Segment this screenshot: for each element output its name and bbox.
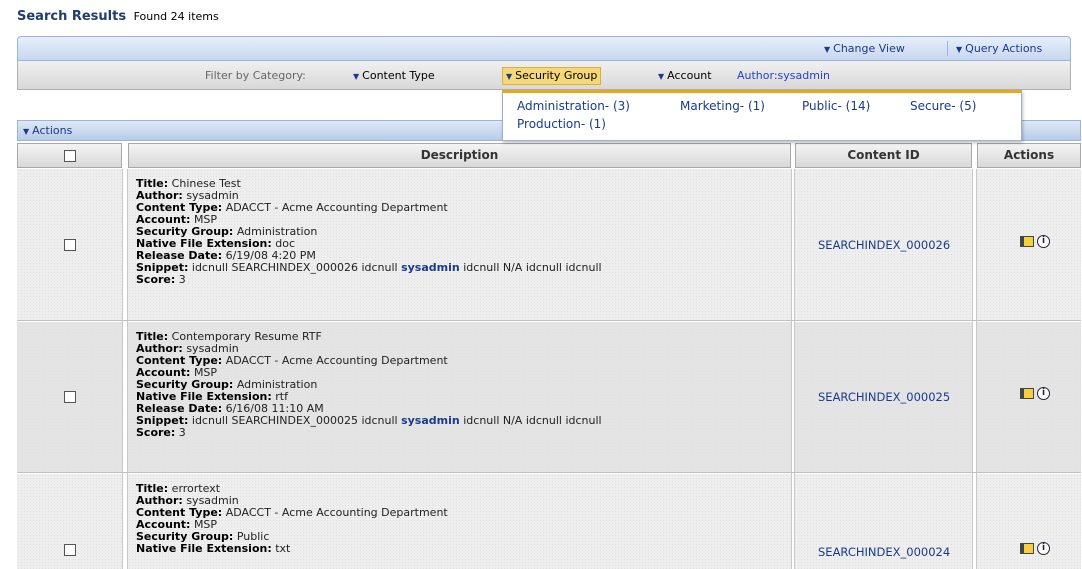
dropdown-arrow-icon: ▼ [824,45,831,54]
score-line: Score: 3 [136,273,186,286]
security-group-dropdown: Administration- (3) Marketing- (1) Publi… [502,90,1022,141]
results-toolbar: ▼ Change View ▼ Query Actions [17,36,1071,61]
change-view-label: Change View [833,42,905,55]
actions-menu-label: Actions [32,124,73,137]
row-actions: i [1020,386,1050,400]
account-label: Account [667,69,712,82]
row-divider [17,472,1081,473]
content-actions-icon[interactable] [1020,542,1034,554]
account-filter[interactable]: ▼ Account [658,68,712,84]
content-actions-icon[interactable] [1020,235,1034,247]
content-id-header[interactable]: Content ID [795,143,972,168]
select-all-header [17,143,122,168]
native-file-extension-line: Native File Extension: txt [136,542,291,555]
snippet-line: Snippet: idcnull SEARCHINDEX_000025 idcn… [136,414,602,427]
results-count: Found 24 items [133,10,219,23]
row-description: Title: Chinese Test Author: sysadmin Con… [136,178,602,286]
sg-option-production[interactable]: Production- (1) [517,117,606,131]
dropdown-arrow-icon: ▼ [658,72,665,81]
actions-header: Actions [977,143,1081,168]
author-filter-link[interactable]: Author:sysadmin [737,61,830,90]
snippet-line: Snippet: idcnull SEARCHINDEX_000026 idcn… [136,261,602,274]
dropdown-arrow-icon: ▼ [956,45,963,54]
score-line: Score: 3 [136,426,186,439]
query-actions-button[interactable]: ▼ Query Actions [956,37,1042,60]
row-actions: i [1020,234,1050,248]
dropdown-arrow-icon: ▼ [353,72,360,81]
column-gap [972,169,977,569]
filter-label: Filter by Category: [205,69,306,82]
description-header[interactable]: Description [128,143,791,168]
change-view-button[interactable]: ▼ Change View [824,37,905,60]
page-title: Search Results Found 24 items [17,4,219,30]
security-group-label: Security Group [515,69,598,82]
row-description: Title: errortext Author: sysadmin Conten… [136,483,448,555]
column-gap [122,169,128,569]
row-description: Title: Contemporary Resume RTF Author: s… [136,331,602,439]
filter-bar: Filter by Category: ▼ Content Type ▼ Secur… [17,61,1071,90]
row-checkbox[interactable] [64,239,76,251]
row-actions: i [1020,541,1050,555]
column-gap [791,169,795,569]
content-id-link[interactable]: SEARCHINDEX_000024 [818,545,950,559]
content-id-link[interactable]: SEARCHINDEX_000026 [818,238,950,252]
info-icon[interactable]: i [1037,541,1050,555]
content-type-filter[interactable]: ▼ Content Type [353,68,435,84]
page-title-text: Search Results [17,9,127,24]
select-all-checkbox[interactable] [63,150,76,162]
sg-option-marketing[interactable]: Marketing- (1) [680,99,765,113]
row-checkbox[interactable] [64,391,76,403]
dropdown-arrow-icon: ▼ [23,127,30,136]
security-group-filter[interactable]: ▼ Security Group [502,67,602,85]
dropdown-arrow-icon: ▼ [506,72,513,81]
content-type-label: Content Type [362,69,435,82]
query-actions-label: Query Actions [965,42,1043,55]
actions-menu-button[interactable]: ▼ Actions [23,121,72,140]
info-icon[interactable]: i [1037,234,1050,248]
row-divider [17,320,1081,321]
sg-option-administration[interactable]: Administration- (3) [517,99,630,113]
content-actions-icon[interactable] [1020,387,1034,399]
sg-option-public[interactable]: Public- (14) [802,99,870,113]
toolbar-divider [947,41,948,56]
info-icon[interactable]: i [1037,386,1050,400]
content-id-link[interactable]: SEARCHINDEX_000025 [818,390,950,404]
sg-option-secure[interactable]: Secure- (5) [910,99,976,113]
row-checkbox[interactable] [64,544,76,556]
